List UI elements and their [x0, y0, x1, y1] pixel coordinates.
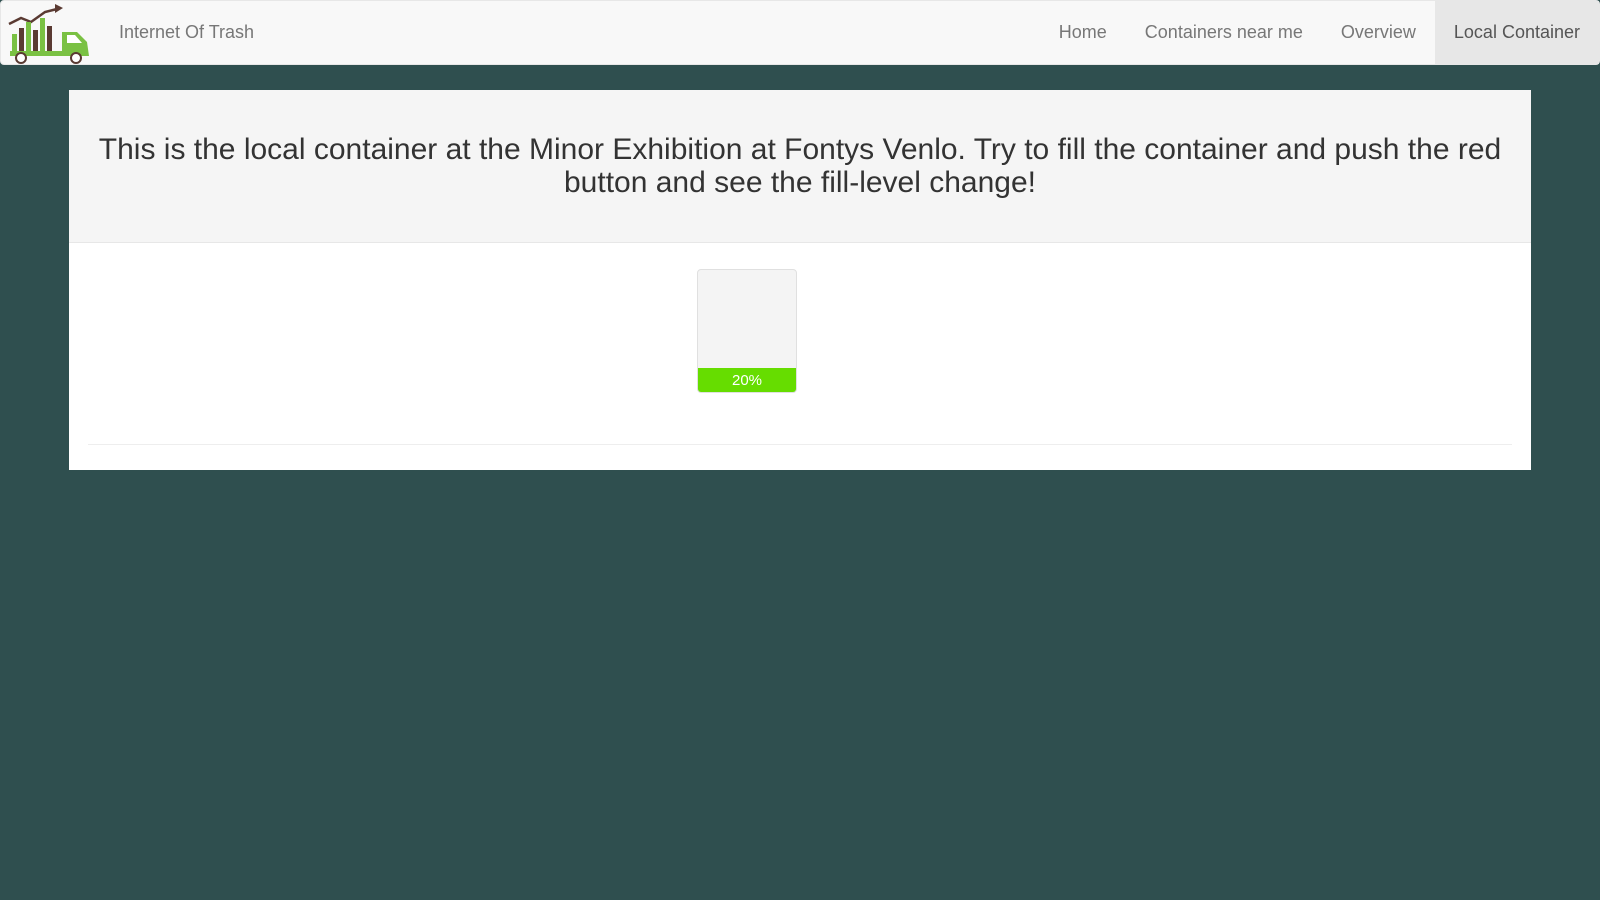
fill-level-bar: 20%	[698, 368, 796, 392]
navbar: Internet Of Trash Home Containers near m…	[0, 0, 1600, 65]
nav-item-home[interactable]: Home	[1040, 1, 1126, 64]
main-panel: This is the local container at the Minor…	[69, 90, 1531, 470]
nav-menu: Home Containers near me Overview Local C…	[1040, 1, 1599, 64]
container-fill-gauge: 20%	[697, 269, 797, 393]
truck-chart-logo-icon[interactable]	[7, 1, 95, 64]
nav-item-containers-near-me[interactable]: Containers near me	[1126, 1, 1322, 64]
page-heading: This is the local container at the Minor…	[98, 133, 1502, 199]
divider	[88, 444, 1512, 445]
logo-graphic	[8, 3, 89, 64]
nav-item-overview[interactable]: Overview	[1322, 1, 1435, 64]
fill-level-label: 20%	[731, 371, 763, 389]
jumbotron: This is the local container at the Minor…	[69, 90, 1531, 243]
brand-link[interactable]: Internet Of Trash	[95, 1, 254, 64]
nav-item-local-container[interactable]: Local Container	[1434, 1, 1599, 64]
